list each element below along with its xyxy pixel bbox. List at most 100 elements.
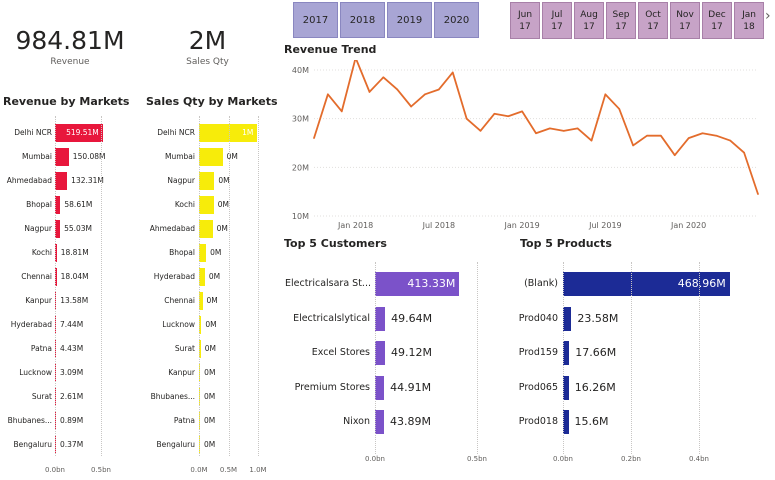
value-label: 4.43M <box>60 344 84 353</box>
value-label: 0M <box>205 320 217 329</box>
value-label: 55.03M <box>64 224 93 233</box>
y-tick-label: 10M <box>292 212 309 221</box>
month-year: 17 <box>679 21 691 32</box>
value-label: 58.61M <box>64 200 93 209</box>
category-label: Kanpur <box>168 368 195 377</box>
x-tick-label: 0.2bn <box>620 455 641 463</box>
gridline <box>199 116 200 456</box>
category-label: Surat <box>174 344 195 353</box>
bar[interactable] <box>55 148 69 166</box>
value-label: 1M <box>242 128 254 137</box>
top5-products-title: Top 5 Products <box>520 237 612 250</box>
category-label: Mumbai <box>165 152 195 161</box>
bar[interactable] <box>375 341 386 365</box>
trend-point <box>562 130 565 132</box>
value-label: 413.33M <box>407 277 456 290</box>
value-label: 519.51M <box>66 128 99 137</box>
month-year: 17 <box>615 21 627 32</box>
value-label: 2.61M <box>60 392 84 401</box>
category-label: Ahmedabad <box>149 224 195 233</box>
trend-point <box>313 137 315 139</box>
month-name: Oct <box>645 9 661 20</box>
trend-point <box>535 132 537 135</box>
bar[interactable] <box>199 148 223 166</box>
sales-qty-kpi-label: Sales Qty <box>186 57 229 67</box>
y-tick-label: 40M <box>292 66 309 75</box>
bar[interactable] <box>199 172 215 190</box>
month-name: Nov <box>676 9 694 20</box>
bar[interactable] <box>563 306 572 331</box>
gridline <box>477 262 478 454</box>
sales-qty-kpi-value: 2M <box>188 26 227 55</box>
trend-point <box>701 132 704 135</box>
trend-point <box>521 110 523 113</box>
category-label: Hyderabad <box>153 272 195 281</box>
category-label: Prod040 <box>518 312 558 324</box>
revenue-kpi-label: Revenue <box>50 57 90 67</box>
trend-point <box>465 117 468 120</box>
year-button-2017[interactable]: 2017 <box>293 2 338 38</box>
x-tick-label: 1.0M <box>249 466 267 474</box>
month-button-sep-17[interactable]: Sep 17 <box>606 2 636 39</box>
gridline <box>101 116 102 456</box>
x-tick-label: 0.5bn <box>90 466 111 474</box>
y-tick-label: 20M <box>292 163 309 172</box>
month-year: 17 <box>711 21 723 32</box>
month-year: 17 <box>519 21 531 32</box>
gridline <box>55 116 56 456</box>
bar[interactable] <box>375 306 386 331</box>
year-button-2020[interactable]: 2020 <box>434 2 479 38</box>
year-button-2018[interactable]: 2018 <box>340 2 385 38</box>
month-button-oct-17[interactable]: Oct 17 <box>638 2 668 39</box>
trend-point <box>632 144 634 147</box>
trend-point <box>715 134 718 137</box>
category-label: Surat <box>31 392 52 401</box>
month-button-jun-17[interactable]: Jun 17 <box>510 2 540 39</box>
month-button-nov-17[interactable]: Nov 17 <box>670 2 700 39</box>
month-slicer-next-arrow[interactable]: › <box>765 8 771 24</box>
trend-point <box>368 91 371 93</box>
value-label: 13.58M <box>60 296 89 305</box>
bar[interactable] <box>375 375 385 400</box>
revenue-kpi-value: 984.81M <box>15 26 125 55</box>
category-label: Excel Stores <box>311 347 370 358</box>
category-label: Patna <box>30 344 52 353</box>
x-tick-label: 0.0bn <box>44 466 65 474</box>
month-button-jan-18[interactable]: Jan 18 <box>734 2 764 39</box>
value-label: 0.37M <box>60 440 84 449</box>
category-label: Hyderabad <box>10 320 52 329</box>
month-year: 18 <box>743 21 755 32</box>
revenue-trend-title: Revenue Trend <box>284 43 377 56</box>
month-name: Sep <box>612 9 630 20</box>
category-label: Bengaluru <box>156 440 195 449</box>
month-year: 17 <box>583 21 595 32</box>
month-name: Jun <box>517 9 533 20</box>
value-label: 0M <box>216 224 228 233</box>
bar[interactable] <box>375 410 384 434</box>
month-button-dec-17[interactable]: Dec 17 <box>702 2 732 39</box>
category-label: Bhubanes... <box>150 392 195 401</box>
value-label: 0M <box>204 440 216 449</box>
trend-point <box>549 127 551 130</box>
category-label: Nagpur <box>167 176 195 185</box>
bar[interactable] <box>55 172 68 190</box>
year-button-2019[interactable]: 2019 <box>387 2 432 38</box>
trend-point <box>410 105 412 108</box>
x-tick-label: Jan 2018 <box>337 221 373 230</box>
month-button-aug-17[interactable]: Aug 17 <box>574 2 604 39</box>
bar[interactable] <box>199 220 213 238</box>
value-label: 3.09M <box>60 368 84 377</box>
value-label: 16.26M <box>574 380 616 394</box>
value-label: 0M <box>204 392 216 401</box>
bar[interactable] <box>199 196 214 214</box>
bar[interactable] <box>199 244 207 262</box>
y-tick-label: 30M <box>292 115 309 124</box>
trend-point <box>340 110 343 113</box>
revenue-trend-chart: 40M 30M 20M 10M Jan 2018 Jul 2018 Jan 2019 Jul … <box>292 60 759 230</box>
category-label: Prod065 <box>518 381 558 393</box>
gridline <box>228 116 230 456</box>
category-label: Delhi NCR <box>157 128 195 137</box>
category-label: Kochi <box>31 248 52 257</box>
month-button-jul-17[interactable]: Jul 17 <box>542 2 572 39</box>
trend-point <box>382 76 385 79</box>
